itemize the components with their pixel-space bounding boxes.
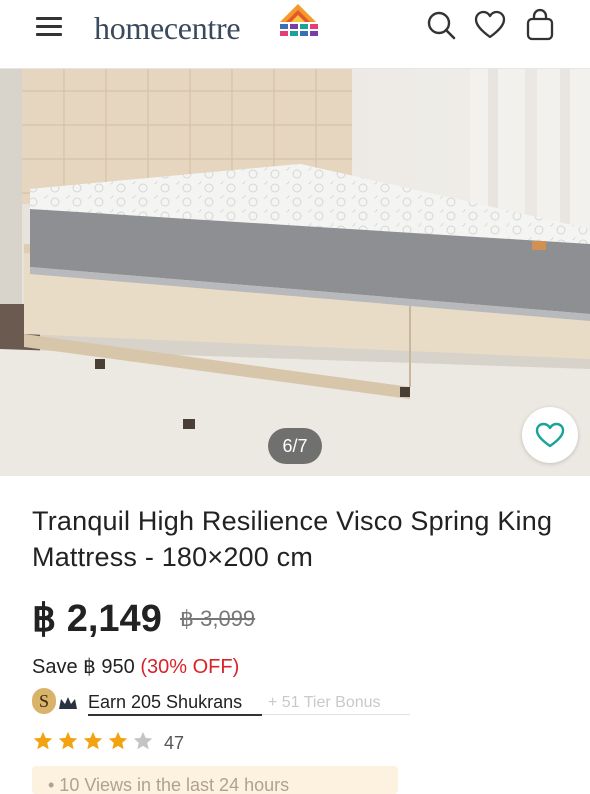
brand-logo-mark (280, 4, 318, 36)
heart-icon[interactable] (473, 8, 507, 42)
add-to-wishlist-button[interactable] (522, 407, 578, 463)
discount-percent: (30% OFF) (140, 656, 240, 678)
brand-logo[interactable]: homecentre (94, 10, 241, 47)
earn-underline (88, 714, 262, 716)
crown-icon (59, 697, 77, 709)
views-text: • 10 Views in the last 24 hours (48, 775, 290, 794)
heart-outline-icon (535, 422, 565, 448)
rating-count[interactable]: 47 (164, 733, 184, 754)
top-header: homecentre (0, 0, 590, 69)
star-filled-icon (108, 731, 128, 750)
current-price: ฿ 2,149 (32, 598, 162, 640)
star-filled-icon (83, 731, 103, 750)
shukran-badge-icon: S (32, 688, 56, 714)
star-empty-icon (133, 731, 153, 750)
shukran-rewards-row[interactable]: S Earn 205 Shukrans + 51 Tier Bonus (32, 688, 412, 718)
earn-shukrans-link[interactable]: Earn 205 Shukrans (88, 692, 242, 713)
star-filled-icon (33, 731, 53, 750)
hamburger-menu-icon[interactable] (36, 14, 64, 38)
tier-underline (262, 714, 410, 715)
mattress-product-image (0, 69, 590, 476)
product-title: Tranquil High Resilience Visco Spring Ki… (32, 506, 553, 572)
savings-text: Save ฿ 950 (30% OFF) (32, 654, 239, 679)
shopping-bag-icon[interactable] (523, 8, 557, 42)
save-amount: Save ฿ 950 (32, 656, 135, 678)
search-icon[interactable] (424, 8, 458, 42)
original-price: ฿ 3,099 (180, 606, 256, 631)
star-filled-icon (58, 731, 78, 750)
views-banner: • 10 Views in the last 24 hours (32, 766, 398, 794)
image-counter: 6/7 (268, 428, 322, 464)
tier-bonus-text: + 51 Tier Bonus (268, 694, 381, 711)
product-image-gallery[interactable] (0, 69, 590, 476)
